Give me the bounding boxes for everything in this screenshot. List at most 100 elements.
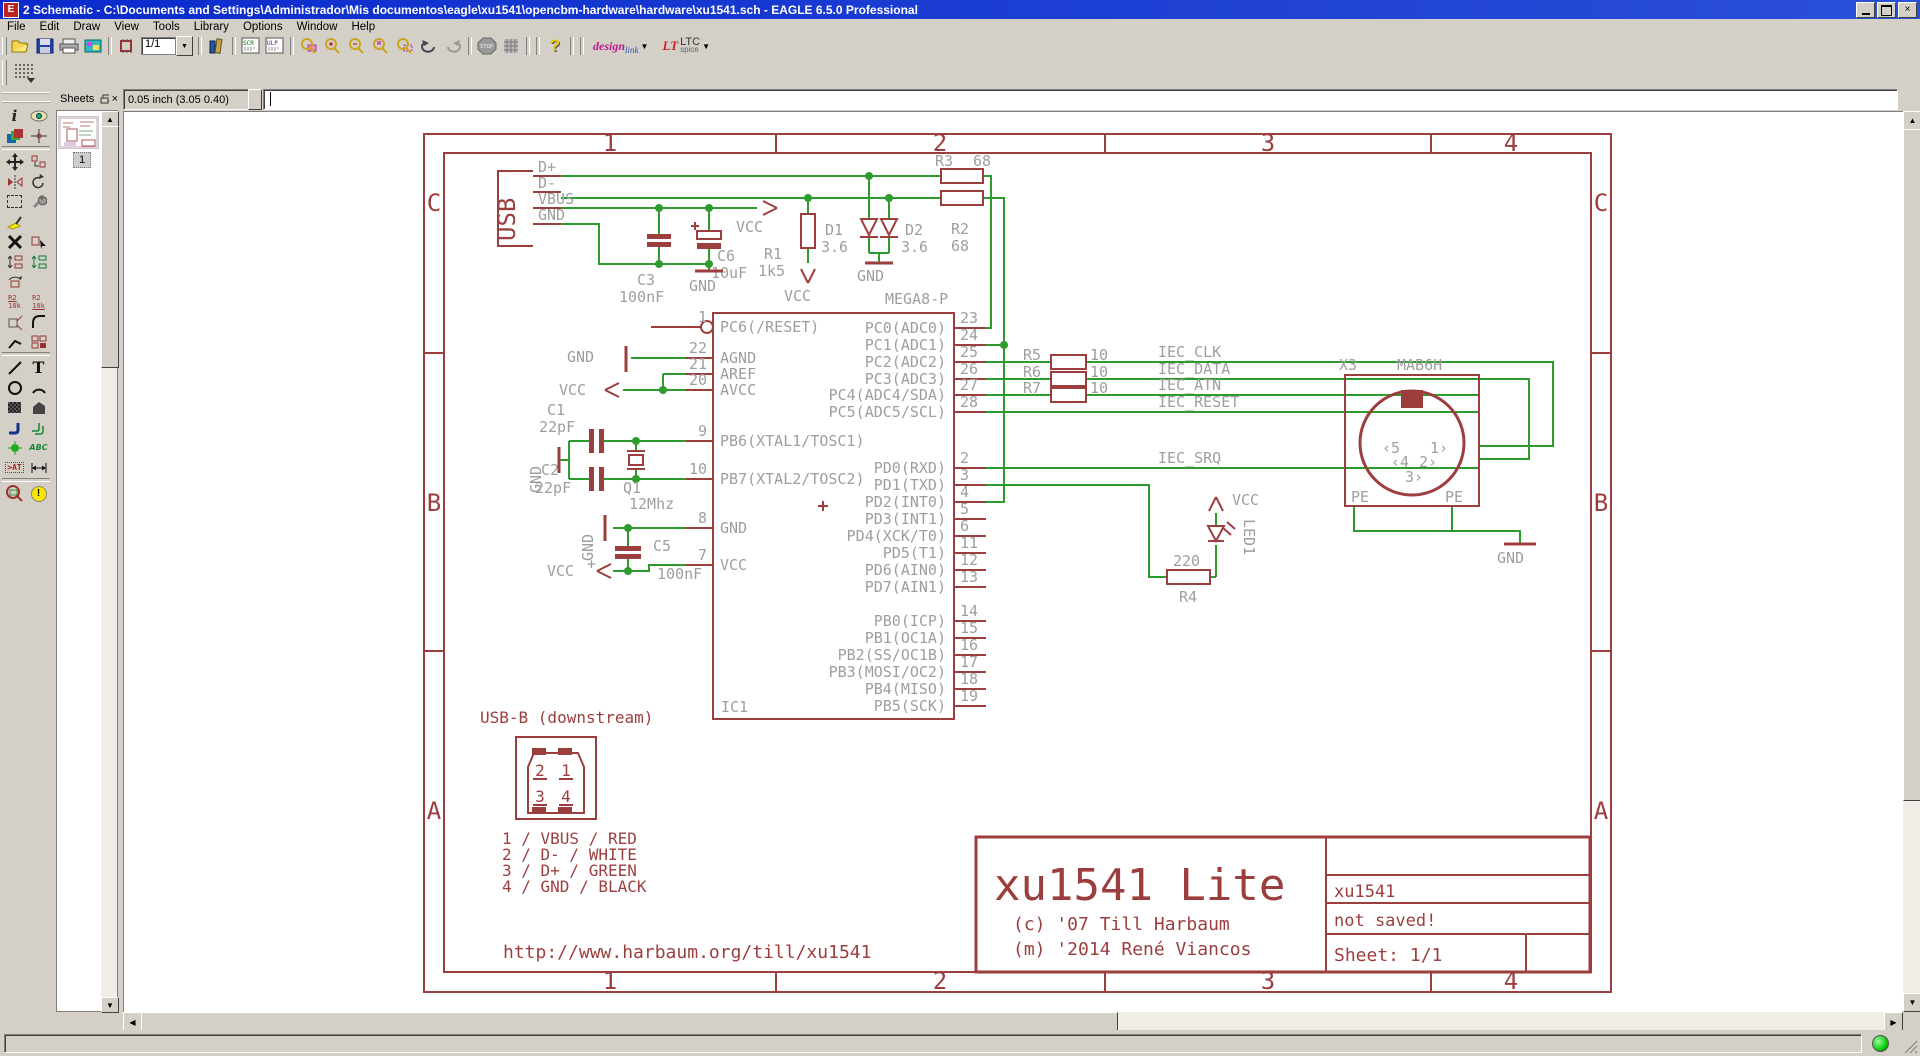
net-wires[interactable] — [559, 176, 1553, 577]
tool-net-button[interactable] — [28, 418, 49, 437]
menu-file[interactable]: File — [0, 20, 33, 34]
resistor-r7[interactable]: R7 10 — [1023, 379, 1108, 402]
horizontal-scrollbar[interactable]: ◀ ▶ — [123, 1012, 1903, 1030]
sheet-selector[interactable]: 1/1 ▼ — [141, 36, 193, 56]
zoom-out-button[interactable] — [345, 36, 369, 57]
sheet-thumbnail[interactable] — [58, 116, 99, 152]
resistor-r1[interactable]: R1 1k5 — [758, 214, 815, 280]
usb-b-symbol[interactable]: USB-B (downstream) 2 1 3 4 — [480, 708, 653, 819]
ratsnest-button[interactable] — [499, 36, 523, 57]
tool-copy-button[interactable] — [28, 152, 49, 171]
toolbar-grip[interactable] — [2, 60, 7, 85]
menu-window[interactable]: Window — [290, 20, 345, 34]
tool-invoke-button[interactable] — [28, 332, 49, 351]
float-panel-icon[interactable] — [100, 94, 108, 104]
chevron-down-icon[interactable]: ▼ — [641, 42, 649, 51]
tool-split-button[interactable] — [4, 332, 25, 351]
maximize-button[interactable] — [1877, 2, 1896, 18]
run-ulp-button[interactable]: ULP — [263, 36, 287, 57]
tool-label-button[interactable]: ABC — [28, 438, 49, 457]
tool-mirror-button[interactable] — [4, 172, 25, 191]
grid-button[interactable] — [9, 60, 39, 86]
cap-c3[interactable]: C3 100nF — [619, 234, 671, 306]
title-bar[interactable]: E 2 Schematic - C:\Documents and Setting… — [0, 0, 1920, 19]
tool-wire-button[interactable] — [4, 358, 25, 377]
scroll-left-icon[interactable]: ◀ — [123, 1012, 142, 1032]
scroll-down-icon[interactable]: ▼ — [101, 997, 119, 1013]
chevron-down-icon[interactable]: ▼ — [702, 42, 710, 51]
save-button[interactable] — [33, 36, 57, 57]
resistor-r4[interactable]: 220 R4 — [1167, 552, 1210, 606]
tool-arc-button[interactable] — [28, 378, 49, 397]
cam-processor-button[interactable] — [81, 36, 105, 57]
zoom-in-button[interactable] — [321, 36, 345, 57]
zoom-fit-button[interactable] — [297, 36, 321, 57]
vscroll-thumb[interactable] — [1903, 129, 1920, 801]
stop-button[interactable]: STOP — [475, 36, 499, 57]
tool-gateswap-button[interactable] — [28, 252, 49, 271]
redo-button[interactable] — [441, 36, 465, 57]
tool-pinswap-button[interactable] — [4, 252, 25, 271]
menu-help[interactable]: Help — [344, 20, 382, 34]
ltc-spice-button[interactable]: LT LTC spice ▼ — [662, 38, 710, 54]
tool-group-button[interactable] — [4, 192, 25, 211]
tool-bus-button[interactable] — [4, 418, 25, 437]
tool-info-button[interactable]: i — [4, 106, 25, 125]
open-button[interactable] — [9, 36, 33, 57]
scroll-down-icon[interactable]: ▼ — [1903, 993, 1920, 1012]
hscroll-thumb[interactable] — [141, 1012, 1118, 1032]
crystal-q1[interactable]: Q1 12Mhz — [623, 451, 674, 513]
tool-replace-button[interactable] — [4, 272, 25, 291]
zoom-select-button[interactable] — [393, 36, 417, 57]
vertical-scrollbar[interactable]: ▲ ▼ — [1903, 111, 1920, 1012]
zener-d2[interactable]: D2 3.6 — [880, 219, 928, 256]
ic-mega8[interactable]: MEGA8-P IC1 1PC6(/RESET)22AGND21AREF20AV… — [651, 290, 986, 719]
zoom-redraw-button[interactable] — [369, 36, 393, 57]
tool-circle-button[interactable] — [4, 378, 25, 397]
minimize-button[interactable] — [1856, 2, 1875, 18]
menu-library[interactable]: Library — [187, 20, 236, 34]
tool-show-button[interactable] — [28, 106, 49, 125]
toolbar-grip[interactable] — [2, 37, 7, 55]
tool-junction-button[interactable] — [4, 438, 25, 457]
tool-miter-button[interactable] — [28, 312, 49, 331]
tool-text-button[interactable]: T — [28, 358, 49, 377]
close-panel-icon[interactable]: × — [112, 93, 118, 105]
tool-erc-button[interactable] — [4, 484, 25, 503]
resize-grip-icon[interactable] — [1904, 1040, 1918, 1054]
tool-display-button[interactable] — [4, 126, 25, 145]
cap-c1[interactable]: C1 22pF — [539, 401, 604, 453]
scroll-right-icon[interactable]: ▶ — [1884, 1012, 1903, 1032]
chevron-down-icon[interactable]: ▼ — [176, 36, 193, 56]
tool-rotate-button[interactable] — [28, 172, 49, 191]
open-board-button[interactable] — [115, 36, 139, 57]
tool-cut-button[interactable] — [4, 212, 25, 231]
usb-connector[interactable]: USB D+ D- VBUS GND — [493, 158, 574, 246]
library-button[interactable] — [205, 36, 229, 57]
menu-view[interactable]: View — [107, 20, 146, 34]
resistor-r3[interactable]: R3 68 — [935, 152, 991, 183]
resistor-r2[interactable]: R2 68 — [941, 191, 983, 255]
tool-rect-button[interactable] — [4, 398, 25, 417]
scroll-up-icon[interactable]: ▲ — [1903, 111, 1920, 130]
tool-name-button[interactable]: R210k — [4, 292, 25, 311]
undo-button[interactable] — [417, 36, 441, 57]
menu-tools[interactable]: Tools — [146, 20, 187, 34]
print-button[interactable] — [57, 36, 81, 57]
tool-dimension-button[interactable] — [28, 458, 49, 477]
scroll-up-icon[interactable]: ▲ — [101, 111, 119, 127]
tool-smash-button[interactable] — [4, 312, 25, 331]
tool-attribute-button[interactable]: >AT — [4, 458, 25, 477]
menu-edit[interactable]: Edit — [33, 20, 67, 34]
command-input[interactable] — [263, 89, 1898, 110]
tool-polygon-button[interactable] — [28, 398, 49, 417]
tool-del-button[interactable] — [4, 232, 25, 251]
tool-errors-button[interactable]: ! — [28, 484, 49, 503]
help-button[interactable]: ? — [543, 36, 567, 57]
tool-move-button[interactable] — [4, 152, 25, 171]
tool-change-button[interactable] — [28, 192, 49, 211]
tool-mark-button[interactable] — [28, 126, 49, 145]
run-script-button[interactable]: SCR — [239, 36, 263, 57]
tool-add-button[interactable] — [28, 232, 49, 251]
sheets-scrollbar-thumb[interactable] — [101, 126, 119, 368]
